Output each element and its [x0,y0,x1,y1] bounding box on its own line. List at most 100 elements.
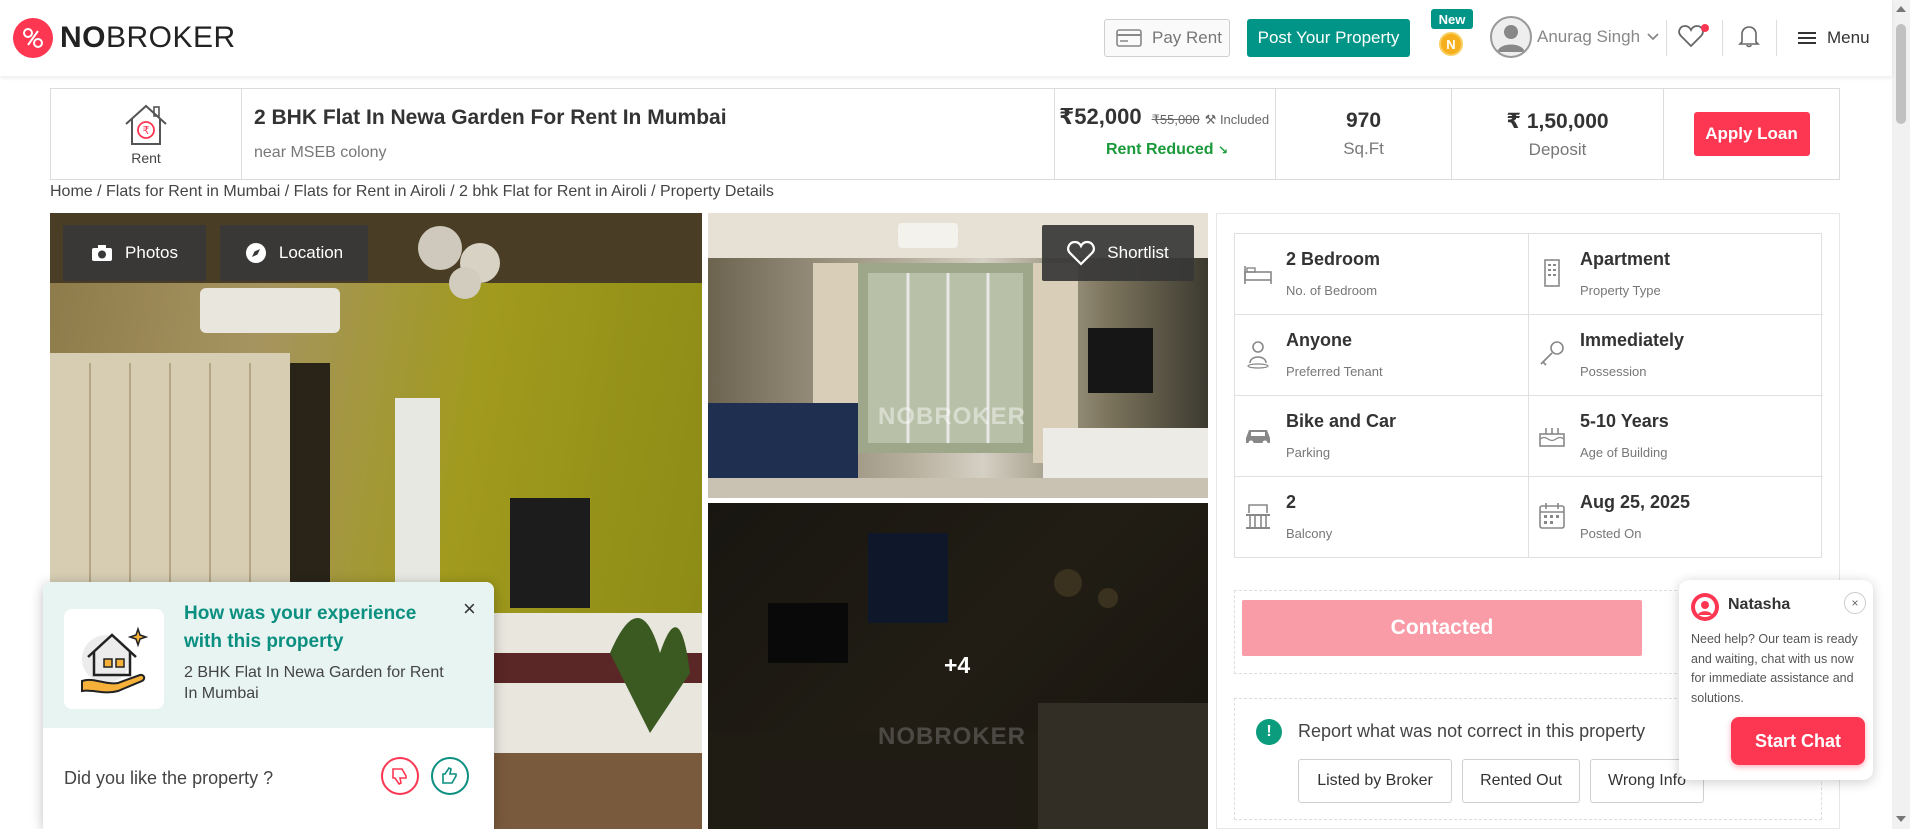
report-title: Report what was not correct in this prop… [1298,721,1646,741]
attr-label: No. of Bedroom [1286,283,1378,298]
more-photos-count[interactable]: +4 [944,652,970,679]
property-summary-bar: ₹ Rent 2 BHK Flat In Newa Garden For Ren… [50,88,1840,180]
deposit-label: Deposit [1528,139,1587,159]
alert-icon: ! [1256,719,1282,745]
attr-label: Preferred Tenant [1286,364,1383,379]
report-rented-out-button[interactable]: Rented Out [1462,759,1580,803]
pay-rent-label: Pay Rent [1152,28,1222,47]
card-icon [1116,29,1142,47]
attr-posted-on: Aug 25, 2025 Posted On [1529,477,1823,558]
property-location: near MSEB colony [254,144,387,161]
trend-down-icon: ↘ [1217,143,1229,157]
feedback-question: How was your experience with this proper… [184,603,417,652]
scroll-up-arrow-icon[interactable] [1896,6,1906,12]
tenant-icon [1247,341,1269,369]
key-icon [1540,341,1564,366]
maintenance-included: ⚒ Included [1204,112,1270,127]
chat-widget: Natasha × Need help? Our team is ready a… [1679,580,1873,780]
breadcrumb[interactable]: Home / Flats for Rent in Mumbai / Flats … [50,183,774,201]
photos-button[interactable]: Photos [63,225,206,281]
attr-label: Balcony [1286,526,1333,541]
attr-value: Aug 25, 2025 [1580,492,1691,512]
rent-type-cell: ₹ Rent [51,89,242,179]
close-icon[interactable]: × [463,596,476,622]
scroll-thumb[interactable] [1896,24,1906,124]
house-hand-icon [64,609,164,709]
shortlist-label: Shortlist [1107,243,1169,262]
calendar-icon [1539,503,1565,529]
nav-divider [1722,20,1723,56]
nobroker-coin-icon[interactable]: N [1439,32,1463,56]
location-label: Location [278,243,344,262]
car-icon [1246,430,1270,446]
avatar[interactable] [1490,16,1532,58]
nobroker-logo[interactable]: NOBROKER [13,18,236,58]
close-icon[interactable]: × [1844,592,1866,614]
cake-icon [1539,428,1565,447]
attr-possession: Immediately Possession [1529,315,1823,396]
bed-icon [1244,266,1272,284]
start-chat-button[interactable]: Start Chat [1731,717,1865,765]
feedback-header: How was your experience with this proper… [43,582,494,728]
shortlist-button[interactable]: Shortlist [1042,225,1194,281]
heart-icon [1067,240,1096,266]
area-cell: 970 Sq.Ft [1276,89,1452,179]
user-menu[interactable]: Anurag Singh [1537,27,1660,47]
svg-text:₹: ₹ [143,124,150,137]
apply-loan-button[interactable]: Apply Loan [1693,112,1810,156]
rent-reduced-badge: Rent Reduced ↘ [1105,141,1229,158]
watermark: NOBROKER [878,723,1027,750]
feedback-property-name: 2 BHK Flat In Newa Garden for Rent In Mu… [184,664,444,702]
scroll-down-arrow-icon[interactable] [1896,816,1906,822]
new-badge: New [1431,9,1473,29]
location-button[interactable]: Location [220,225,368,281]
chat-message: Need help? Our team is ready and waiting… [1691,632,1858,705]
title-cell: 2 BHK Flat In Newa Garden For Rent In Mu… [242,89,1055,179]
chevron-down-icon [1647,33,1659,41]
attr-label: Age of Building [1580,445,1668,460]
attr-value: Immediately [1580,330,1685,350]
attr-parking: Bike and Car Parking [1235,396,1529,477]
attr-value: Apartment [1580,249,1671,269]
agent-name: Natasha [1728,596,1791,613]
thumbs-down-icon [392,768,407,786]
deposit-value: ₹ 1,50,000 [1506,109,1609,133]
property-title: 2 BHK Flat In Newa Garden For Rent In Mu… [254,106,727,129]
attr-age-of-building: 5-10 Years Age of Building [1529,396,1823,477]
attr-label: Parking [1286,445,1331,460]
property-attributes-grid: 2 Bedroom No. of Bedroom Apartment Prope… [1234,233,1823,558]
attr-value: 2 Bedroom [1286,249,1381,269]
rent-label: Rent [131,150,161,166]
thumbs-up-icon [442,766,457,784]
thumbs-down-button[interactable] [381,757,419,795]
contacted-button[interactable]: Contacted [1242,600,1642,656]
area-unit: Sq.Ft [1343,139,1384,158]
logo-text: NOBROKER [60,21,236,54]
attr-label: Property Type [1580,283,1661,298]
menu-button[interactable]: Menu [1797,28,1870,48]
attr-label: Possession [1580,364,1647,379]
area-value: 970 [1345,109,1382,132]
bell-icon[interactable] [1738,24,1760,48]
post-property-button[interactable]: Post Your Property [1247,19,1410,57]
living-room-photo[interactable]: NOBROKER Shortlist [708,213,1208,498]
nav-divider [1666,20,1667,56]
hamburger-icon [1798,32,1816,44]
user-name: Anurag Singh [1537,27,1641,46]
report-listed-by-broker-button[interactable]: Listed by Broker [1298,759,1452,803]
old-price: ₹55,000 [1151,112,1200,127]
attr-value: Bike and Car [1286,411,1397,431]
pay-rent-button[interactable]: Pay Rent [1104,19,1230,57]
thumbs-up-button[interactable] [431,757,469,795]
agent-avatar [1691,593,1719,621]
rent-house-icon: ₹ [125,104,167,145]
logo-mark-icon [13,18,53,58]
attr-preferred-tenant: Anyone Preferred Tenant [1235,315,1529,396]
attr-value: Anyone [1286,330,1353,350]
loan-cell: Apply Loan [1664,89,1839,179]
attr-value: 5-10 Years [1580,411,1669,431]
page-scrollbar[interactable] [1892,0,1910,829]
like-prompt: Did you like the property ? [64,768,274,788]
deposit-cell: ₹ 1,50,000 Deposit [1452,89,1664,179]
photos-label: Photos [125,243,178,262]
